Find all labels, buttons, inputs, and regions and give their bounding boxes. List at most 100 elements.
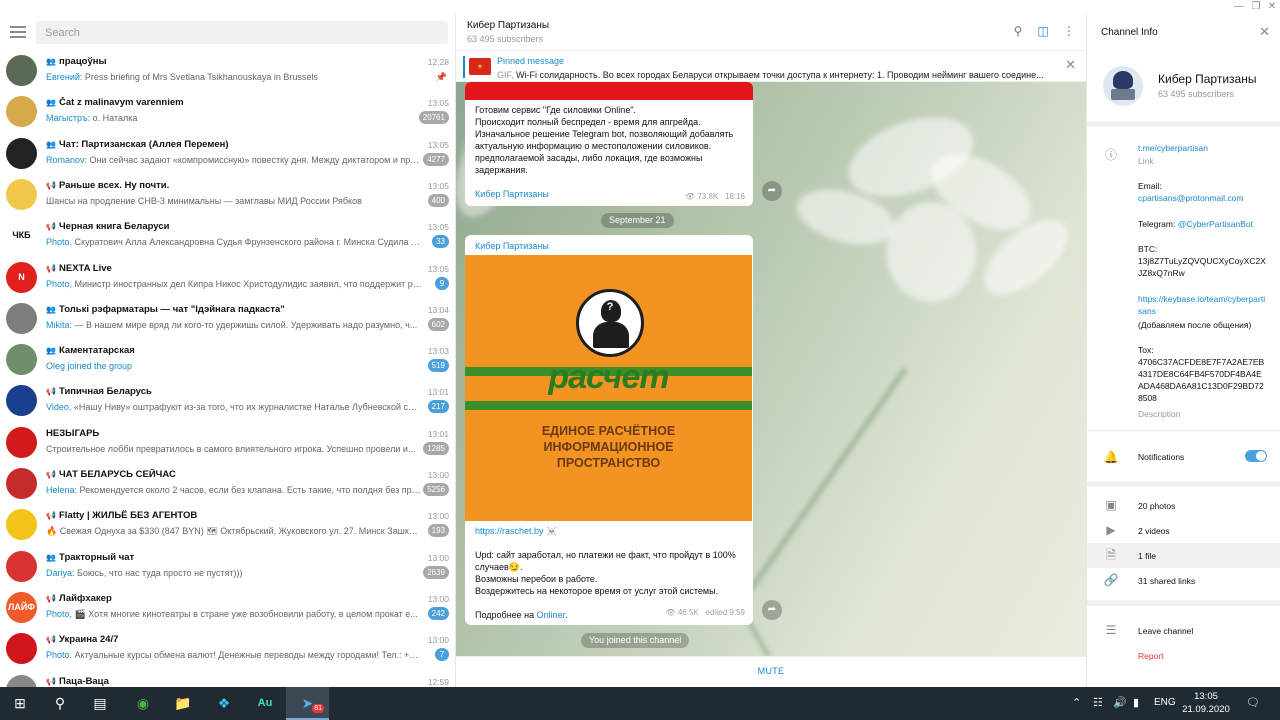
window-titlebar: — ❐ ✕ bbox=[0, 0, 1280, 14]
chat-preview: 🔥 Свежая Однуха за $330 (847 BYN) 🗺 Октя… bbox=[46, 526, 422, 537]
hamburger-menu-icon[interactable] bbox=[10, 26, 26, 40]
sidebar-toggle-icon[interactable]: ◫ bbox=[1035, 23, 1051, 39]
chat-preview-sender: Dariya: bbox=[46, 567, 78, 578]
chat-avatar bbox=[6, 426, 37, 458]
chat-list-item[interactable]: 📢 ЧАТ БЕЛАРУСЬ СЕЙЧАС 13:00 Helena: Рекомен… bbox=[0, 466, 455, 507]
media-photos-row[interactable]: ▣ 20 photos bbox=[1087, 493, 1280, 518]
chat-list-item[interactable]: ЛАЙФ ХАКЕР 📢Лайфхакер 13:00 Photo, 🎬 Хотя м… bbox=[0, 590, 455, 631]
chat-name-row: 📢 Раньше всех. Ну почти. bbox=[46, 180, 406, 191]
chat-preview-text: Боюсь, что нас туда просто не пустят))) bbox=[77, 567, 243, 578]
battery-icon[interactable]: ▮ bbox=[1133, 696, 1139, 709]
pin-icon: 📌 bbox=[435, 72, 447, 82]
message-bubble[interactable]: Кибер Партизаны ? расчет ЕДИНОЕ РАСЧЁТНО… bbox=[465, 235, 753, 625]
chat-time: 12:59 bbox=[427, 676, 449, 687]
chat-list-item[interactable]: 👥 Тракторный чат 13:00 Dariya: Боюсь, что н… bbox=[0, 549, 455, 590]
pinned-label: Pinned message bbox=[497, 56, 565, 66]
forward-icon[interactable]: ➦ bbox=[762, 600, 782, 620]
taskbar-search-icon[interactable]: ⚲ bbox=[40, 687, 80, 720]
message-photo[interactable]: ? расчет ЕДИНОЕ РАСЧЁТНОЕ ИНФОРМАЦИОННОЕ… bbox=[465, 255, 752, 521]
chrome-icon[interactable]: ◉ bbox=[123, 687, 163, 720]
chat-preview-text: о. Наталка bbox=[92, 113, 138, 124]
more-vertical-icon[interactable]: ⋮ bbox=[1061, 23, 1077, 39]
message-line: Подробнее на bbox=[475, 610, 537, 620]
network-icon[interactable]: ☷ bbox=[1093, 696, 1103, 709]
unread-badge: 242 bbox=[427, 606, 449, 620]
chat-list-item[interactable]: 📢 Типичная Беларусь 13:01 Video, «Нашу Ниву… bbox=[0, 383, 455, 424]
channel-header[interactable]: Кибер Партизаны 63 495 subscribers ⚲ ◫ ⋮ bbox=[456, 14, 1086, 51]
report-button[interactable]: Report bbox=[1138, 650, 1266, 662]
message-text: https://raschet.by ☠️ Upd: сайт заработа… bbox=[475, 525, 747, 621]
clock[interactable]: 13:05 21.09.2020 bbox=[1180, 690, 1232, 716]
telegram-icon[interactable]: ➤ 81 bbox=[286, 687, 329, 720]
unread-badge: 7 bbox=[435, 648, 449, 662]
chat-name: Черная книга Беларуси bbox=[59, 221, 170, 233]
channel-title[interactable]: Кибер Партизаны bbox=[467, 20, 549, 31]
channel-avatar[interactable] bbox=[1103, 66, 1143, 106]
windows-start-icon[interactable]: ⊞ bbox=[0, 687, 40, 720]
window-close-icon[interactable]: ✕ bbox=[1266, 0, 1278, 14]
email-label: Email: bbox=[1138, 181, 1162, 191]
chat-list-item[interactable]: ЧКБ 📢 Черная книга Беларуси 13:05 Photo, Ску… bbox=[0, 218, 455, 259]
chat-avatar bbox=[6, 344, 37, 376]
chat-list-item[interactable]: 👥 Толькі рэфарматары — чат "Ідэйнага падк… bbox=[0, 301, 455, 342]
chat-preview-text: Они сейчас задают «компромиссную» повест… bbox=[89, 154, 422, 165]
service-message: You joined this channel bbox=[581, 633, 690, 648]
email-link[interactable]: cpartisans@protonmail.com bbox=[1138, 192, 1266, 204]
message-text: Готовим сервис "Где силовики Online". Пр… bbox=[475, 104, 745, 176]
audition-icon[interactable]: Au bbox=[245, 687, 285, 720]
message-author[interactable]: Кибер Партизаны bbox=[475, 189, 549, 199]
maximize-icon[interactable]: ❐ bbox=[1250, 0, 1262, 14]
media-files-row[interactable]: 🗎 1 file bbox=[1087, 543, 1280, 568]
chat-list-item[interactable]: 👥 Čat z malinavym varenniem 13:05 Магыстръ:… bbox=[0, 94, 455, 135]
telegram-bot-link[interactable]: @CyberPartisanBot bbox=[1178, 219, 1253, 229]
chat-list-item[interactable]: 📢 Паца-Ваца 12:59 bbox=[0, 673, 455, 687]
mute-button[interactable]: MUTE bbox=[758, 666, 785, 676]
message-line: Upd: сайт заработал, но платежи не факт,… bbox=[475, 550, 736, 560]
chat-avatar bbox=[6, 302, 37, 334]
chat-preview: Helena: Рекомендуется около 2 часов, есл… bbox=[46, 485, 422, 495]
chat-name: NEXTA Live bbox=[59, 262, 112, 274]
file-explorer-icon[interactable]: 📁 bbox=[163, 687, 203, 720]
chat-name-row: НЕЗЫГАРЬ bbox=[46, 428, 406, 439]
volume-icon[interactable]: 🔊 bbox=[1113, 696, 1127, 709]
task-view-icon[interactable]: ▤ bbox=[80, 687, 120, 720]
chat-preview-text: Рекомендуется около 2 часов, если без кл… bbox=[79, 485, 422, 495]
chat-list-item[interactable]: 👥 Чат: Партизанская (Аллея Перемен) 13:05 R… bbox=[0, 136, 455, 177]
unread-badge: 9 bbox=[435, 276, 449, 290]
chat-list-item[interactable]: 👥 працоўны 12:28 Евгений: Press briefing of… bbox=[0, 53, 455, 94]
message-time: 18:16 bbox=[724, 192, 745, 201]
message-bubble[interactable]: Готовим сервис "Где силовики Online". Пр… bbox=[465, 82, 753, 206]
keybase-link[interactable]: https://keybase.io/team/cyberpartisans bbox=[1138, 293, 1266, 317]
search-input[interactable] bbox=[36, 21, 448, 44]
search-icon[interactable]: ⚲ bbox=[1010, 23, 1026, 39]
message-link[interactable]: https://raschet.by bbox=[475, 526, 544, 536]
close-pinned-icon[interactable]: ✕ bbox=[1065, 57, 1076, 73]
language-indicator[interactable]: ENG bbox=[1154, 697, 1176, 708]
chat-list-item[interactable]: 📢 Раньше всех. Ну почти. 13:05 Шансы на про… bbox=[0, 177, 455, 218]
channel-icon: 📢 bbox=[46, 593, 56, 603]
minimize-icon[interactable]: — bbox=[1233, 0, 1245, 14]
message-author[interactable]: Кибер Партизаны bbox=[475, 241, 549, 251]
chat-name: Раньше всех. Ну почти. bbox=[59, 179, 170, 191]
chat-list-item[interactable]: N 📢 NEXTA Live 13:05 Photo, Министр иностран… bbox=[0, 260, 455, 301]
chat-name: Лайфхакер bbox=[59, 592, 112, 604]
slack-icon[interactable]: ❖ bbox=[204, 687, 244, 720]
tray-chevron-icon[interactable]: ⌃ bbox=[1072, 696, 1081, 709]
close-icon[interactable]: ✕ bbox=[1259, 24, 1270, 40]
chat-list-item[interactable]: 📢 Украина 24/7 13:00 Photo. Актуальные курс… bbox=[0, 631, 455, 672]
media-links-row[interactable]: 🔗 31 shared links bbox=[1087, 568, 1280, 593]
channel-link[interactable]: t.me/cyberpartisan bbox=[1138, 142, 1266, 154]
clock-time: 13:05 bbox=[1194, 691, 1218, 702]
chat-list-item[interactable]: 👥 Каментатарская 13:03 Oleg joined the grou… bbox=[0, 342, 455, 383]
pinned-message-bar[interactable]: ✶ Pinned message GIF, Wi-Fi солидарность… bbox=[456, 51, 1086, 82]
onliner-link[interactable]: Onliner bbox=[537, 610, 566, 620]
media-videos-row[interactable]: ▶ 2 videos bbox=[1087, 518, 1280, 543]
channel-subscribers: 63 495 subscribers bbox=[467, 34, 544, 44]
chat-list-item[interactable]: НЕЗЫГАРЬ 13:01 Строительное лобби преврати… bbox=[0, 425, 455, 466]
chat-list-item[interactable]: 📢 Flatty | ЖИЛЬЁ БЕЗ АГЕНТОВ 13:00 🔥 Свежая… bbox=[0, 507, 455, 548]
notifications-center-icon[interactable]: 🗨 bbox=[1246, 696, 1260, 709]
pinned-accent-bar bbox=[463, 56, 465, 78]
notifications-toggle[interactable] bbox=[1245, 450, 1267, 462]
leave-channel-row[interactable]: ☰ Leave channel bbox=[1087, 618, 1280, 643]
forward-icon[interactable]: ➦ bbox=[762, 181, 782, 201]
